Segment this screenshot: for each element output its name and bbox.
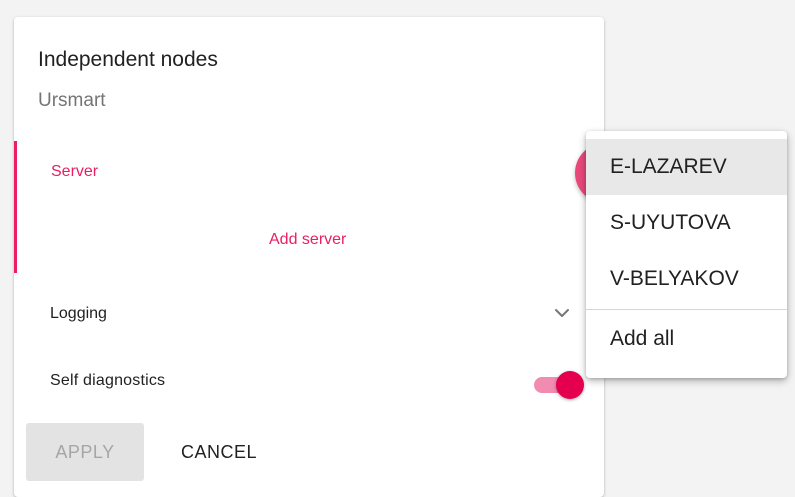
card-subtitle: Ursmart — [38, 90, 106, 111]
menu-item-label: E-LAZAREV — [610, 155, 727, 178]
menu-item-v-belyakov[interactable]: V-BELYAKOV — [586, 251, 787, 307]
toggle-thumb[interactable] — [556, 371, 584, 399]
card-title: Independent nodes — [38, 48, 218, 71]
menu-item-label: V-BELYAKOV — [610, 267, 739, 290]
chevron-down-icon[interactable] — [553, 306, 571, 320]
server-section: Server Add server — [14, 141, 604, 273]
menu-item-s-uyutova[interactable]: S-UYUTOVA — [586, 195, 787, 251]
self-diagnostics-row: Self diagnostics — [14, 365, 604, 401]
menu-item-add-all[interactable]: Add all — [586, 311, 787, 367]
menu-item-label: S-UYUTOVA — [610, 211, 731, 234]
add-server-button[interactable]: Add server — [269, 231, 346, 249]
menu-item-e-lazarev[interactable]: E-LAZAREV — [586, 139, 787, 195]
menu-divider — [586, 309, 787, 310]
server-label: Server — [51, 163, 99, 180]
menu-item-label: Add all — [610, 327, 675, 350]
logging-expander[interactable]: Logging — [14, 297, 604, 333]
self-diagnostics-toggle[interactable] — [534, 371, 584, 399]
cancel-button[interactable]: CANCEL — [154, 423, 284, 481]
apply-button[interactable]: APPLY — [26, 423, 144, 481]
self-diagnostics-label: Self diagnostics — [50, 372, 166, 389]
server-dropdown-menu: E-LAZAREV S-UYUTOVA V-BELYAKOV Add all — [586, 131, 787, 378]
settings-card: Independent nodes Ursmart Server Add ser… — [14, 17, 604, 497]
logging-label: Logging — [50, 305, 107, 322]
